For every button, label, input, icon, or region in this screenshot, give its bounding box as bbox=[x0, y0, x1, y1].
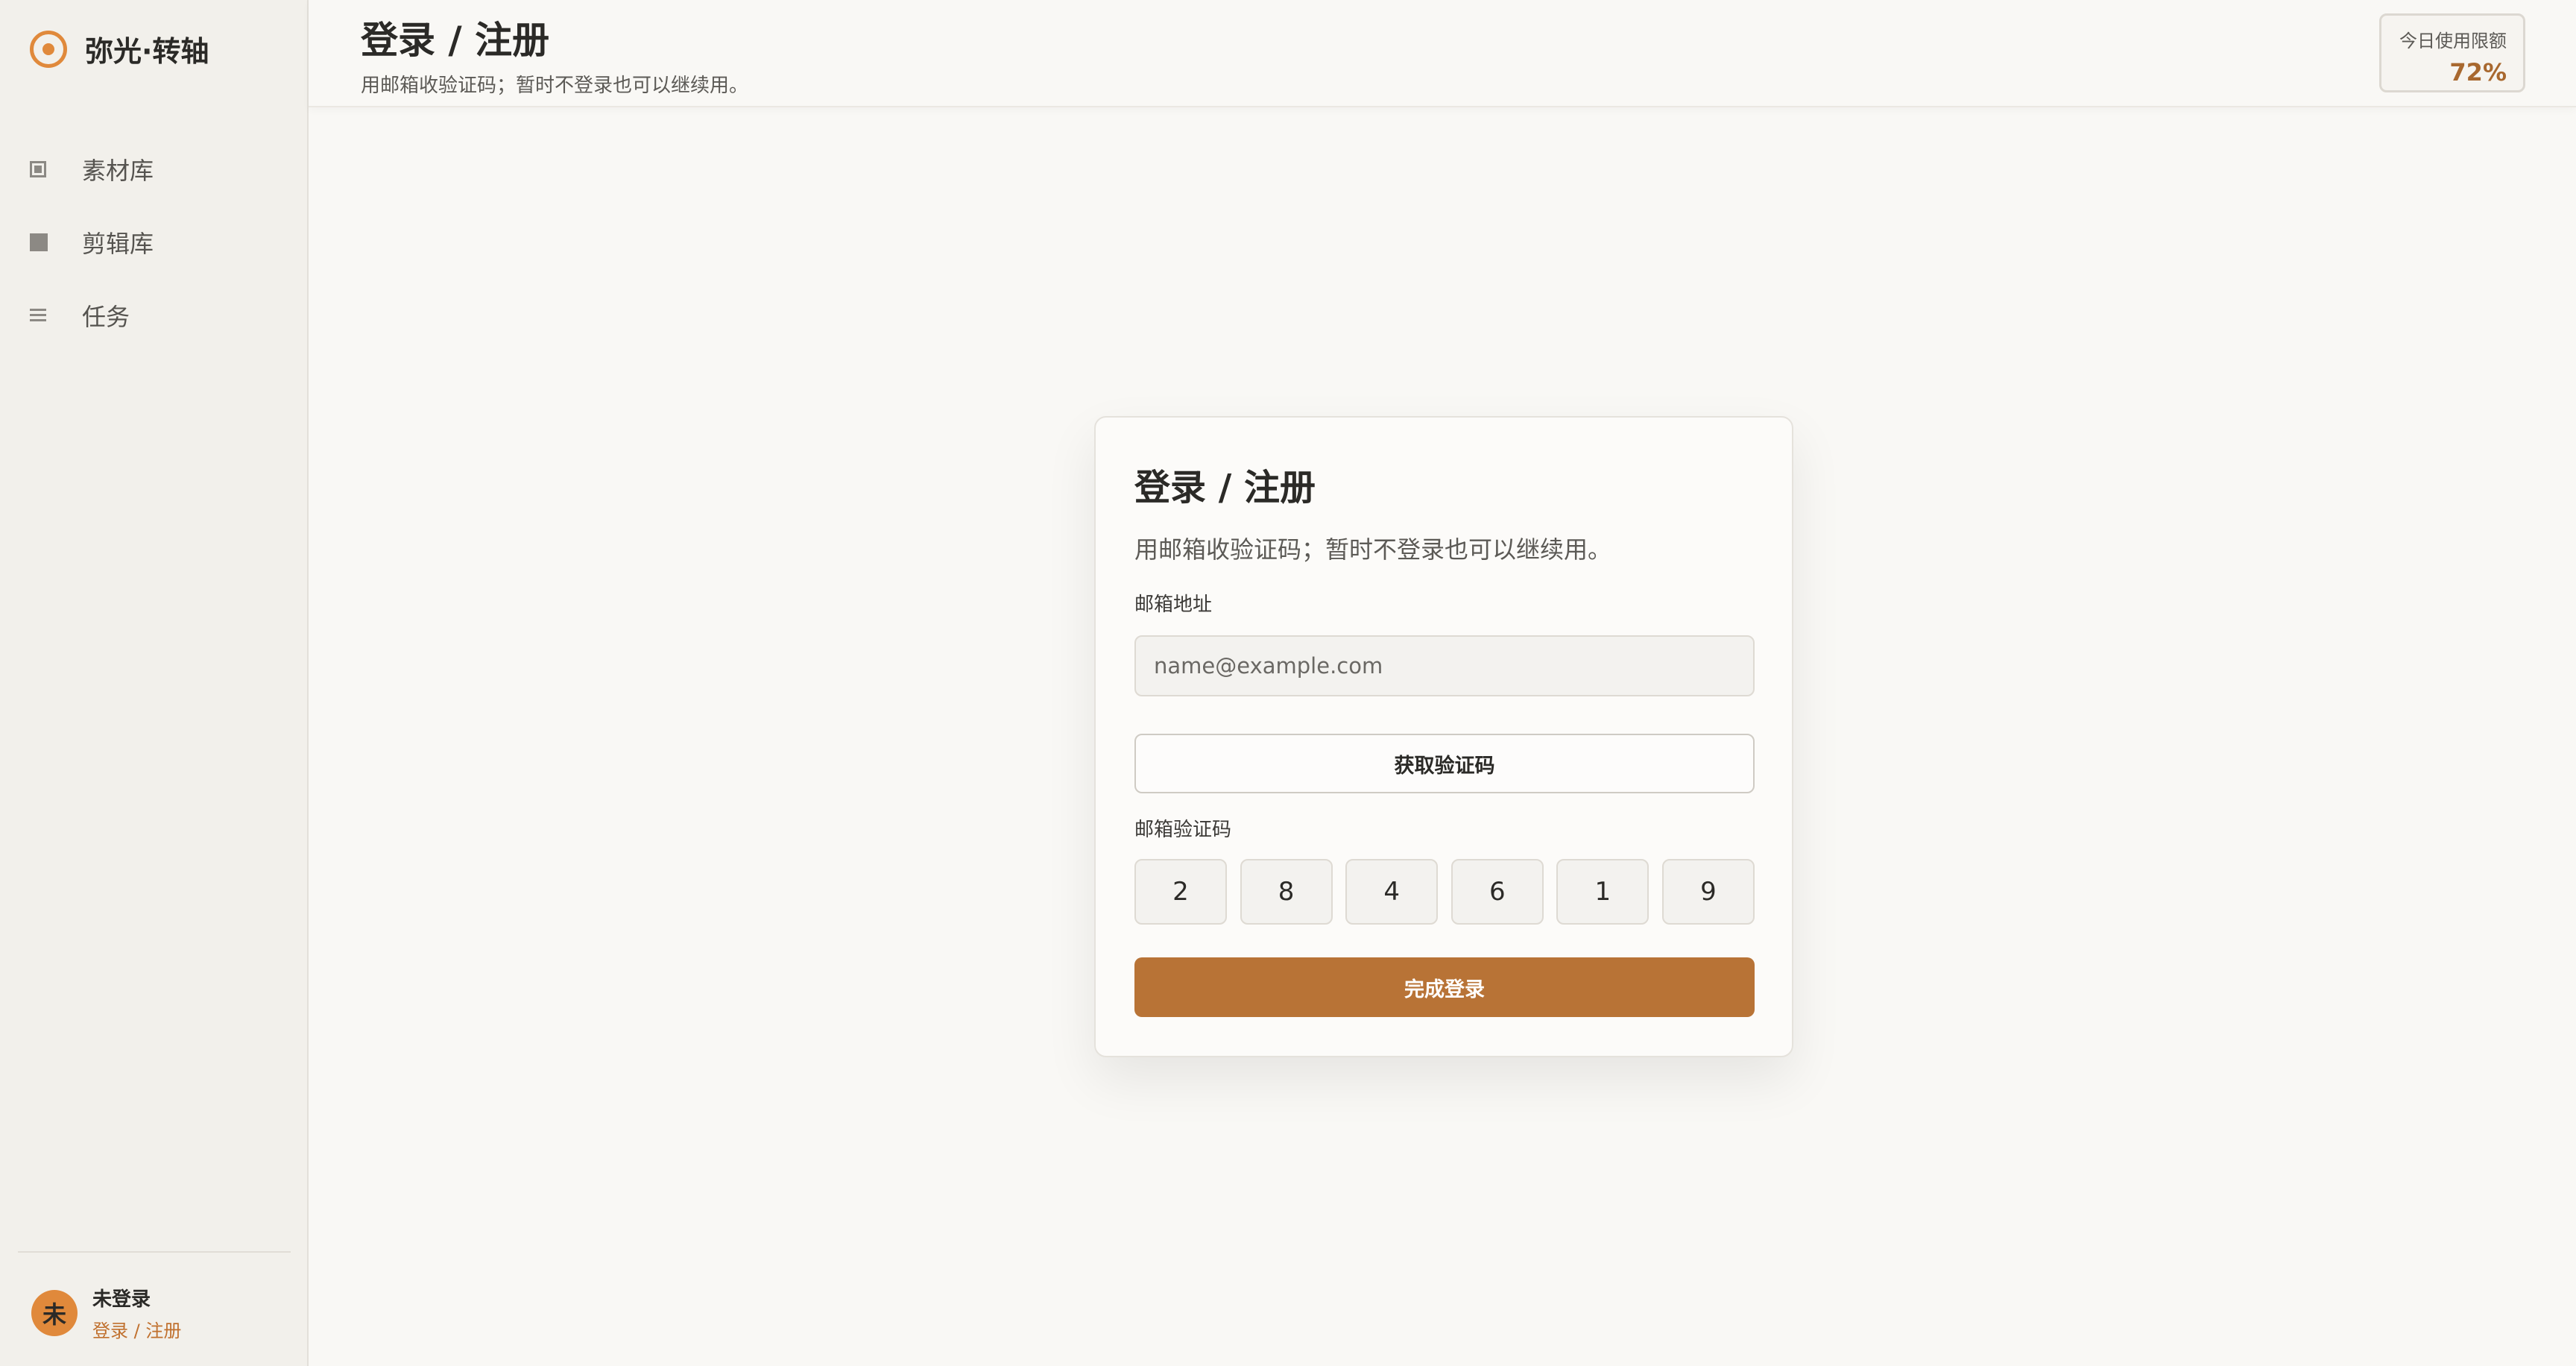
sidebar-item-materials[interactable]: 素材库 bbox=[30, 133, 276, 206]
quota-label: 今日使用限额 bbox=[2399, 31, 2507, 51]
code-input-row bbox=[1134, 859, 1755, 925]
code-digit-3[interactable] bbox=[1345, 859, 1439, 925]
login-register-link[interactable]: 登录 / 注册 bbox=[92, 1316, 181, 1342]
card-title: 登录 / 注册 bbox=[1134, 467, 1316, 509]
usage-quota-badge: 今日使用限额 72% bbox=[2379, 13, 2525, 92]
sidebar-item-tasks[interactable]: 任务 bbox=[30, 279, 276, 352]
sidebar-divider bbox=[18, 1251, 291, 1253]
code-label: 邮箱验证码 bbox=[1134, 819, 1232, 841]
page-title: 登录 / 注册 bbox=[361, 19, 550, 62]
page-subtitle: 用邮箱收验证码；暂时不登录也可以继续用。 bbox=[361, 75, 749, 97]
get-code-button[interactable]: 获取验证码 bbox=[1134, 734, 1755, 793]
code-digit-4[interactable] bbox=[1450, 859, 1544, 925]
card-subtitle: 用邮箱收验证码；暂时不登录也可以继续用。 bbox=[1134, 535, 1612, 564]
page-header: 登录 / 注册 用邮箱收验证码；暂时不登录也可以继续用。 今日使用限额 72% bbox=[309, 0, 2576, 107]
quota-value: 72% bbox=[2449, 58, 2507, 86]
email-label: 邮箱地址 bbox=[1134, 594, 1213, 616]
sidebar-item-clips[interactable]: 剪辑库 bbox=[30, 206, 276, 279]
code-digit-6[interactable] bbox=[1661, 859, 1755, 925]
circle-logo-icon bbox=[30, 30, 67, 68]
code-digit-5[interactable] bbox=[1556, 859, 1650, 925]
code-digit-1[interactable] bbox=[1134, 859, 1227, 925]
list-icon bbox=[30, 309, 46, 322]
filled-square-icon bbox=[30, 233, 48, 251]
email-field[interactable] bbox=[1134, 635, 1755, 696]
user-panel: 未 未登录 登录 / 注册 bbox=[31, 1284, 181, 1342]
complete-login-button[interactable]: 完成登录 bbox=[1134, 957, 1755, 1017]
brand[interactable]: 弥光·转轴 bbox=[30, 28, 209, 69]
sidebar-item-label: 素材库 bbox=[82, 157, 154, 185]
code-digit-2[interactable] bbox=[1240, 859, 1333, 925]
user-name: 未登录 bbox=[92, 1288, 151, 1311]
avatar[interactable]: 未 bbox=[31, 1290, 78, 1336]
sidebar-item-label: 任务 bbox=[82, 303, 130, 331]
login-card: 登录 / 注册 用邮箱收验证码；暂时不登录也可以继续用。 邮箱地址 获取验证码 … bbox=[1094, 416, 1793, 1057]
sidebar-nav: 素材库 剪辑库 任务 bbox=[30, 133, 276, 352]
brand-name: 弥光·转轴 bbox=[85, 35, 209, 68]
sidebar: 弥光·转轴 素材库 剪辑库 任务 未 未登录 登录 / 注册 bbox=[0, 0, 309, 1366]
framed-square-icon bbox=[30, 161, 46, 177]
sidebar-item-label: 剪辑库 bbox=[82, 230, 154, 258]
